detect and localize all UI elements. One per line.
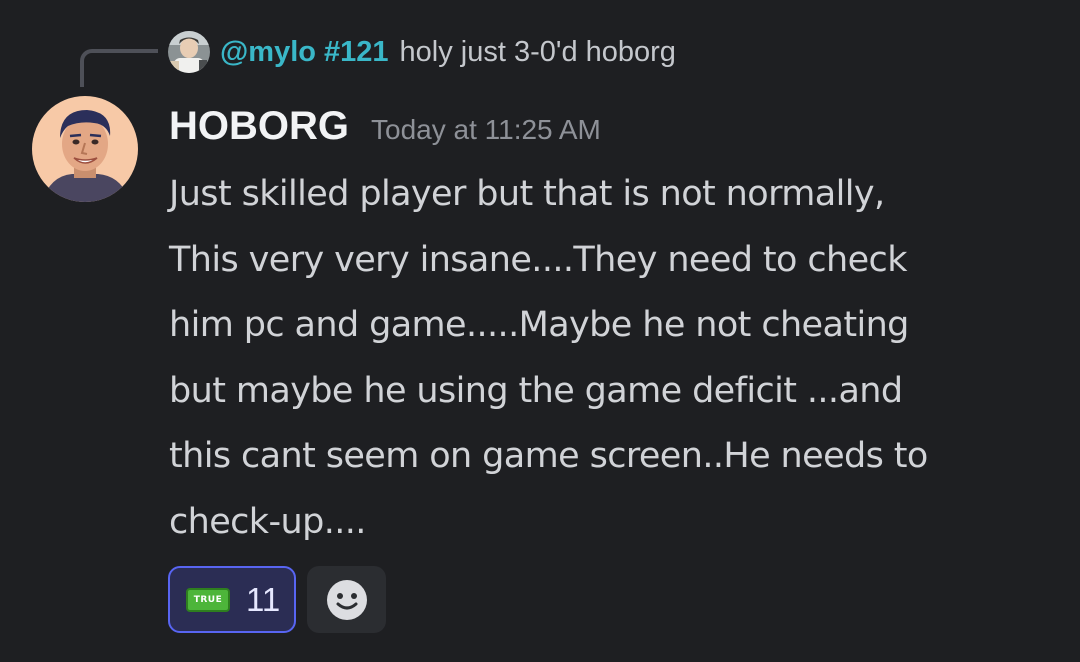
reply-avatar[interactable] [168,31,210,73]
reply-mention[interactable]: @mylo #121 [220,36,389,69]
avatar[interactable] [32,96,138,202]
reply-connector-line [80,49,158,87]
reply-preview[interactable]: @mylo #121 holy just 3-0'd hoborg [168,30,676,74]
message-content: Just skilled player but that is not norm… [169,174,928,542]
reply-avatar-image [168,31,210,73]
reaction-true[interactable]: TRUE 11 [168,566,296,633]
avatar-image [32,96,138,202]
add-reaction-button[interactable] [307,566,386,633]
reply-text[interactable]: holy just 3-0'd hoborg [400,36,676,69]
reaction-count: 11 [246,580,281,618]
smiley-icon [326,579,367,620]
timestamp[interactable]: Today at 11:25 AM [371,114,601,146]
username[interactable]: HOBORG [169,104,349,149]
true-emoji-icon: TRUE [186,587,230,612]
message-header: HOBORG Today at 11:25 AM [169,104,601,160]
